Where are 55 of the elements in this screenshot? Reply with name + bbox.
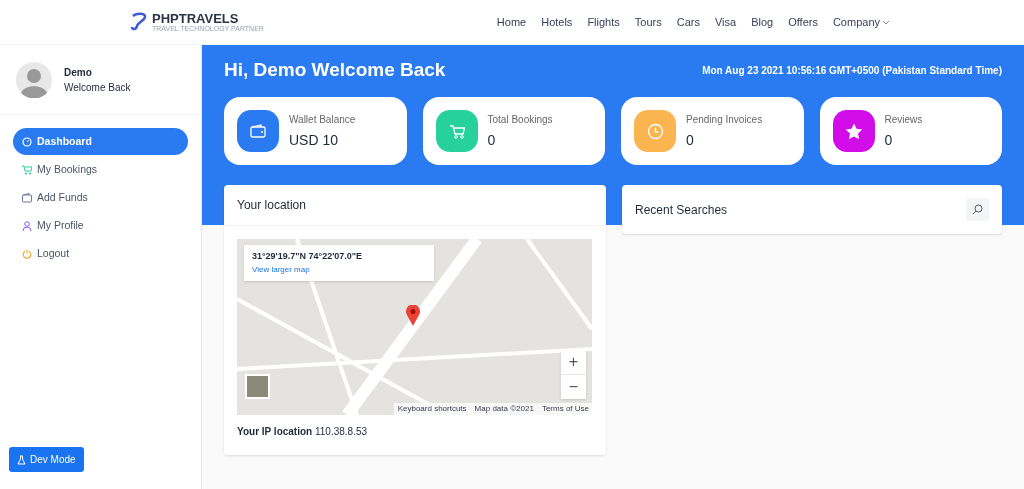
card-title: Recent Searches bbox=[635, 201, 728, 219]
map-attribution: Keyboard shortcuts bbox=[397, 403, 467, 415]
avatar-icon bbox=[16, 61, 52, 98]
search-icon bbox=[972, 204, 983, 215]
nav-link[interactable]: Hotels bbox=[541, 13, 573, 31]
wallet-icon bbox=[250, 124, 266, 138]
greeting-heading: Hi, Demo Welcome Back bbox=[224, 57, 446, 82]
user-icon bbox=[22, 220, 32, 231]
wallet-icon bbox=[22, 192, 32, 203]
map-attribution: Terms of Use bbox=[541, 403, 589, 415]
stat-value: 0 bbox=[686, 130, 695, 150]
stat-label: Pending Invoices bbox=[686, 112, 763, 127]
nav-dropdown[interactable]: Company bbox=[832, 13, 890, 31]
card-title: Your location bbox=[237, 197, 306, 214]
cart-icon bbox=[448, 123, 465, 139]
sidebar-item[interactable]: Add Funds bbox=[13, 184, 188, 211]
date-time: Mon Aug 23 2021 10:56:16 GMT+0500 (Pakistan Standard Time) bbox=[702, 63, 1002, 78]
nav-link[interactable]: Blog bbox=[751, 13, 774, 31]
user-subtitle: Welcome Back bbox=[64, 80, 131, 95]
nav-link[interactable]: Offers bbox=[788, 13, 818, 31]
user-name: Demo bbox=[64, 65, 93, 80]
sidebar-item[interactable]: My Bookings bbox=[13, 156, 188, 183]
nav-link[interactable]: Visa bbox=[714, 13, 737, 31]
gauge-icon bbox=[22, 136, 32, 147]
zoom-out-button[interactable]: − bbox=[561, 374, 586, 399]
logo-text: PHPTRAVELS bbox=[152, 12, 240, 25]
nav-link[interactable]: Home bbox=[496, 13, 527, 31]
map-attribution: Map data ©2021 bbox=[474, 403, 534, 415]
zoom-in-button[interactable]: + bbox=[561, 349, 586, 374]
dev-mode-button[interactable]: Dev Mode bbox=[9, 447, 84, 472]
stat-value: USD 10 bbox=[289, 130, 340, 150]
star-icon bbox=[844, 122, 863, 140]
cart-icon bbox=[22, 164, 32, 175]
nav-link[interactable]: Tours bbox=[634, 13, 662, 31]
sidebar-item[interactable]: My Profile bbox=[13, 212, 188, 239]
flask-icon bbox=[17, 454, 26, 465]
satellite-thumbnail[interactable] bbox=[245, 374, 270, 399]
stat-label: Total Bookings bbox=[487, 112, 553, 127]
map-coordinates: 31°29'19.7"N 74°22'07.0"E bbox=[252, 250, 364, 263]
search-button[interactable] bbox=[966, 198, 989, 221]
caret-icon bbox=[882, 19, 890, 25]
ip-location: Your IP location 110.38.8.53 bbox=[237, 426, 368, 437]
sidebar-item[interactable]: Dashboard bbox=[13, 128, 188, 155]
map-pin-icon bbox=[406, 305, 420, 326]
stat-value: 0 bbox=[487, 130, 497, 150]
power-icon bbox=[22, 248, 32, 259]
logo-icon bbox=[130, 12, 148, 32]
stat-label: Wallet Balance bbox=[289, 112, 356, 127]
nav-link[interactable]: Cars bbox=[676, 13, 700, 31]
stat-value: 0 bbox=[884, 130, 894, 150]
nav-link[interactable]: Flights bbox=[587, 13, 620, 31]
clock-icon bbox=[646, 122, 664, 140]
sidebar-item[interactable]: Logout bbox=[13, 240, 188, 267]
view-larger-map-link[interactable]: View larger map bbox=[252, 263, 426, 276]
stat-label: Reviews bbox=[884, 112, 923, 127]
